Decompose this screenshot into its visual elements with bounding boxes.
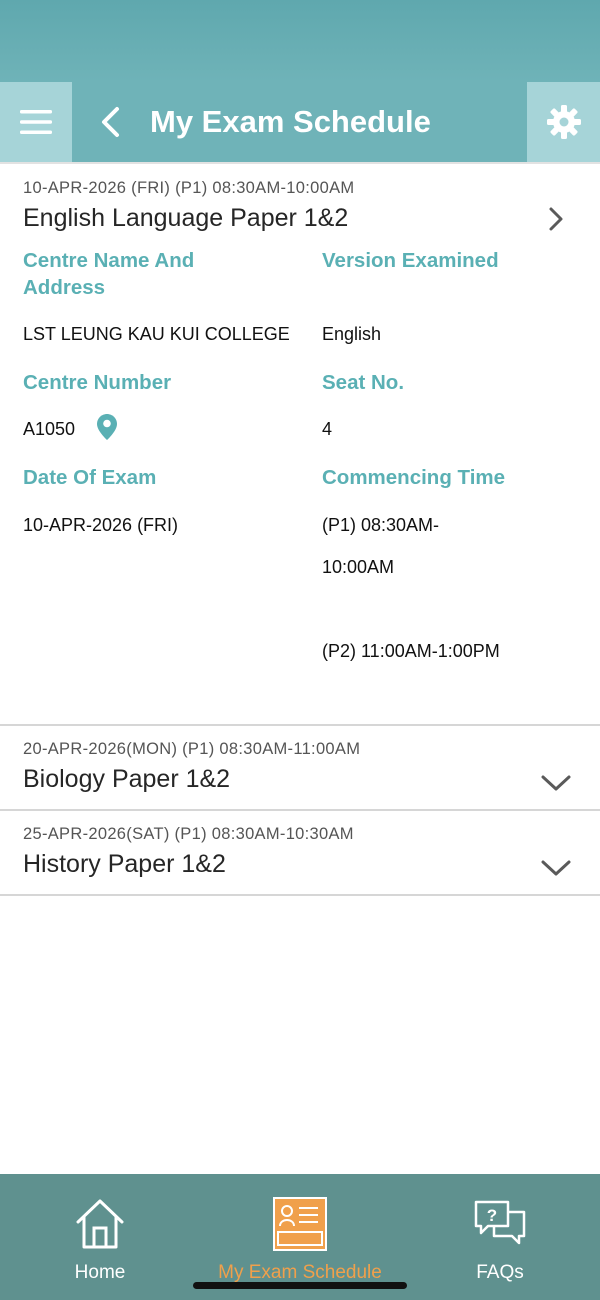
menu-button[interactable] — [0, 82, 72, 162]
home-indicator[interactable] — [193, 1282, 407, 1289]
centre-number-label: Centre Number — [23, 371, 172, 394]
version-examined-value: English — [322, 324, 382, 344]
settings-button[interactable] — [527, 82, 600, 162]
exam-schedule-icon — [273, 1197, 327, 1251]
date-of-exam-value: 10-APR-2026 (FRI) — [23, 515, 179, 535]
centre-name-label: Centre Name And Address — [23, 249, 195, 299]
tab-faqs[interactable]: ? FAQs — [440, 1174, 560, 1300]
menu-icon — [20, 110, 52, 134]
exam-card-biology[interactable]: 20-APR-2026(MON) (P1) 08:30AM-11:00AM Bi… — [0, 726, 600, 811]
navigation-bar: My Exam Schedule — [0, 82, 600, 162]
commencing-time-p1-line1: (P1) 08:30AM- — [322, 515, 440, 535]
chevron-left-icon — [102, 107, 119, 137]
gear-icon — [546, 105, 581, 139]
svg-text:?: ? — [487, 1206, 497, 1225]
exam-card-english[interactable]: 10-APR-2026 (FRI) (P1) 08:30AM-10:00AM E… — [0, 162, 600, 726]
tab-label: FAQs — [476, 1262, 524, 1283]
tab-home[interactable]: Home — [40, 1174, 160, 1300]
exam-card-history[interactable]: 25-APR-2026(SAT) (P1) 08:30AM-10:30AM Hi… — [0, 811, 600, 896]
commencing-time-label: Commencing Time — [322, 466, 506, 489]
back-button[interactable] — [90, 82, 130, 162]
centre-number-value: A1050 — [23, 419, 76, 439]
chevron-down-icon[interactable] — [540, 858, 572, 878]
status-bar-area — [0, 0, 600, 82]
tab-label: Home — [74, 1262, 126, 1283]
commencing-time-p1-line2: 10:00AM — [322, 557, 395, 577]
tab-label: My Exam Schedule — [218, 1262, 382, 1283]
exam-title: Biology Paper 1&2 — [23, 765, 231, 793]
exam-title: English Language Paper 1&2 — [23, 204, 349, 232]
chevron-right-icon[interactable] — [548, 206, 564, 232]
exam-date-line: 20-APR-2026(MON) (P1) 08:30AM-11:00AM — [23, 740, 361, 758]
version-examined-label: Version Examined — [322, 249, 499, 272]
centre-name-value: LST LEUNG KAU KUI COLLEGE — [23, 324, 290, 344]
page-title: My Exam Schedule — [150, 104, 431, 139]
map-pin-icon[interactable] — [96, 413, 118, 441]
home-icon — [76, 1199, 124, 1249]
exam-date-line: 25-APR-2026(SAT) (P1) 08:30AM-10:30AM — [23, 825, 354, 843]
exam-date-line: 10-APR-2026 (FRI) (P1) 08:30AM-10:00AM — [23, 179, 355, 197]
date-of-exam-label: Date Of Exam — [23, 466, 157, 489]
exam-title: History Paper 1&2 — [23, 850, 226, 878]
chevron-down-icon[interactable] — [540, 773, 572, 793]
seat-number-value: 4 — [322, 419, 333, 439]
faq-chat-icon: ? — [474, 1200, 526, 1245]
seat-number-label: Seat No. — [322, 371, 405, 394]
commencing-time-p2: (P2) 11:00AM-1:00PM — [322, 641, 500, 661]
